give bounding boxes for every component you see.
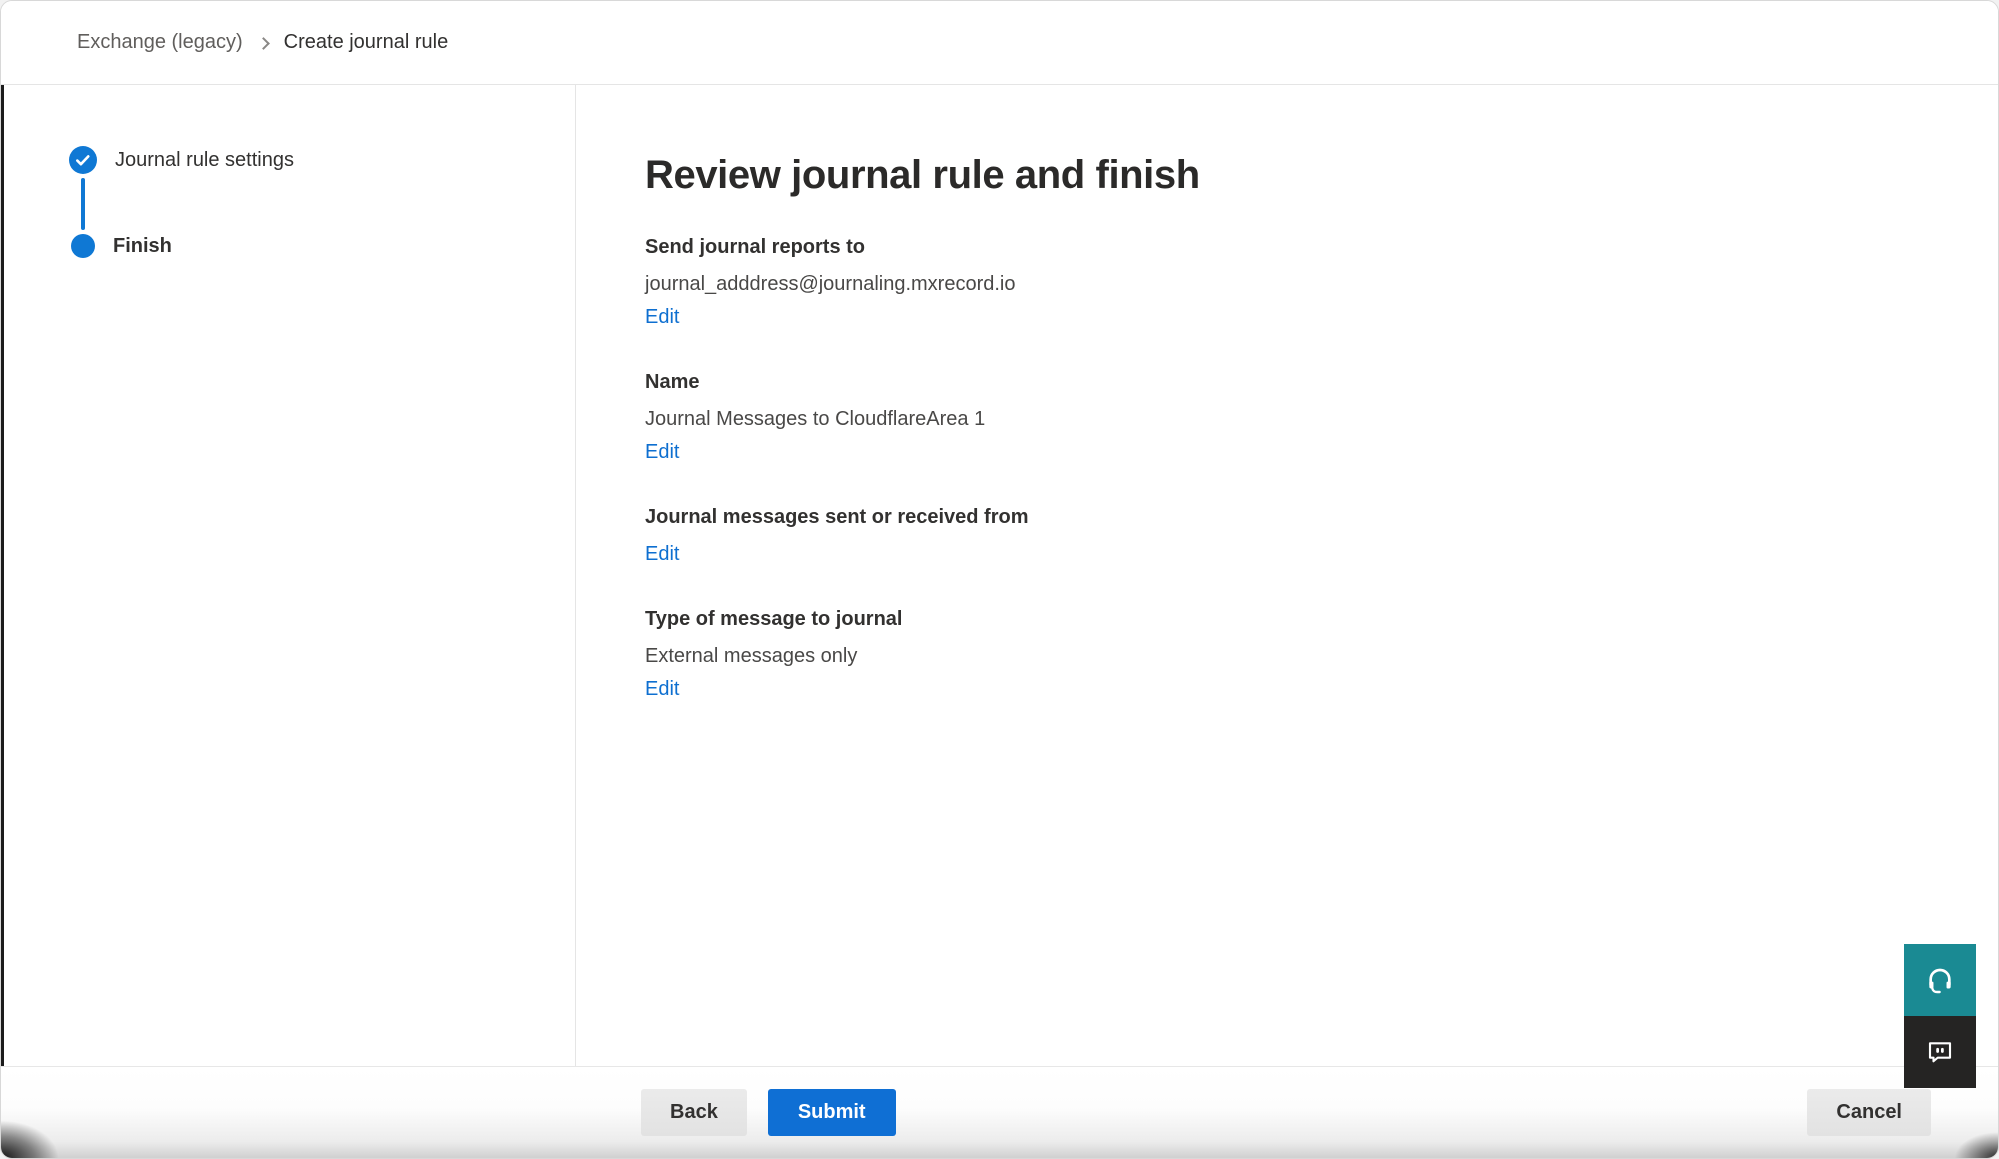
support-button[interactable] xyxy=(1904,944,1976,1016)
breadcrumb: Exchange (legacy) Create journal rule xyxy=(77,31,448,54)
edit-message-type-link[interactable]: Edit xyxy=(645,675,679,703)
help-button-stack xyxy=(1904,944,1976,1088)
body-row: Journal rule settings Finish Review jour… xyxy=(1,85,1998,1068)
footer-left-buttons: Back Submit xyxy=(641,1089,896,1136)
left-edge-strip xyxy=(1,85,4,1066)
field-value: Journal Messages to CloudflareArea 1 xyxy=(645,405,1998,433)
section-message-type: Type of message to journal External mess… xyxy=(645,605,1998,703)
wizard-step-connector xyxy=(81,178,85,230)
feedback-button[interactable] xyxy=(1904,1016,1976,1088)
back-button[interactable]: Back xyxy=(641,1089,747,1136)
wizard-step-finish[interactable]: Finish xyxy=(69,234,575,258)
review-content-pane: Review journal rule and finish Send jour… xyxy=(576,85,1998,1068)
wizard-step-label: Journal rule settings xyxy=(115,149,294,172)
section-journal-messages-scope: Journal messages sent or received from E… xyxy=(645,503,1998,568)
edit-journal-scope-link[interactable]: Edit xyxy=(645,540,679,568)
field-value: journal_adddress@journaling.mxrecord.io xyxy=(645,270,1998,298)
field-label: Name xyxy=(645,368,1998,396)
header-bar: Exchange (legacy) Create journal rule xyxy=(1,1,1998,85)
page-title: Review journal rule and finish xyxy=(645,149,1998,201)
breadcrumb-current-page: Create journal rule xyxy=(284,31,449,54)
field-label: Send journal reports to xyxy=(645,233,1998,261)
submit-button[interactable]: Submit xyxy=(768,1089,896,1136)
field-value: External messages only xyxy=(645,642,1998,670)
footer-action-bar: Back Submit Cancel xyxy=(1,1066,1998,1158)
headset-icon xyxy=(1924,964,1956,996)
wizard-step-journal-rule-settings[interactable]: Journal rule settings xyxy=(69,146,575,174)
chevron-right-icon xyxy=(257,37,270,50)
field-label: Journal messages sent or received from xyxy=(645,503,1998,531)
step-completed-check-icon xyxy=(69,146,97,174)
section-name: Name Journal Messages to CloudflareArea … xyxy=(645,368,1998,466)
exchange-admin-window: Exchange (legacy) Create journal rule Jo… xyxy=(0,0,1999,1159)
edit-send-journal-reports-link[interactable]: Edit xyxy=(645,303,679,331)
wizard-step-label: Finish xyxy=(113,235,172,258)
breadcrumb-exchange-legacy-link[interactable]: Exchange (legacy) xyxy=(77,31,243,54)
step-current-dot-icon xyxy=(71,234,95,258)
section-send-journal-reports-to: Send journal reports to journal_adddress… xyxy=(645,233,1998,331)
feedback-icon xyxy=(1925,1037,1955,1067)
field-label: Type of message to journal xyxy=(645,605,1998,633)
cancel-button[interactable]: Cancel xyxy=(1807,1089,1931,1136)
edit-name-link[interactable]: Edit xyxy=(645,438,679,466)
wizard-steps-pane: Journal rule settings Finish xyxy=(1,85,576,1068)
